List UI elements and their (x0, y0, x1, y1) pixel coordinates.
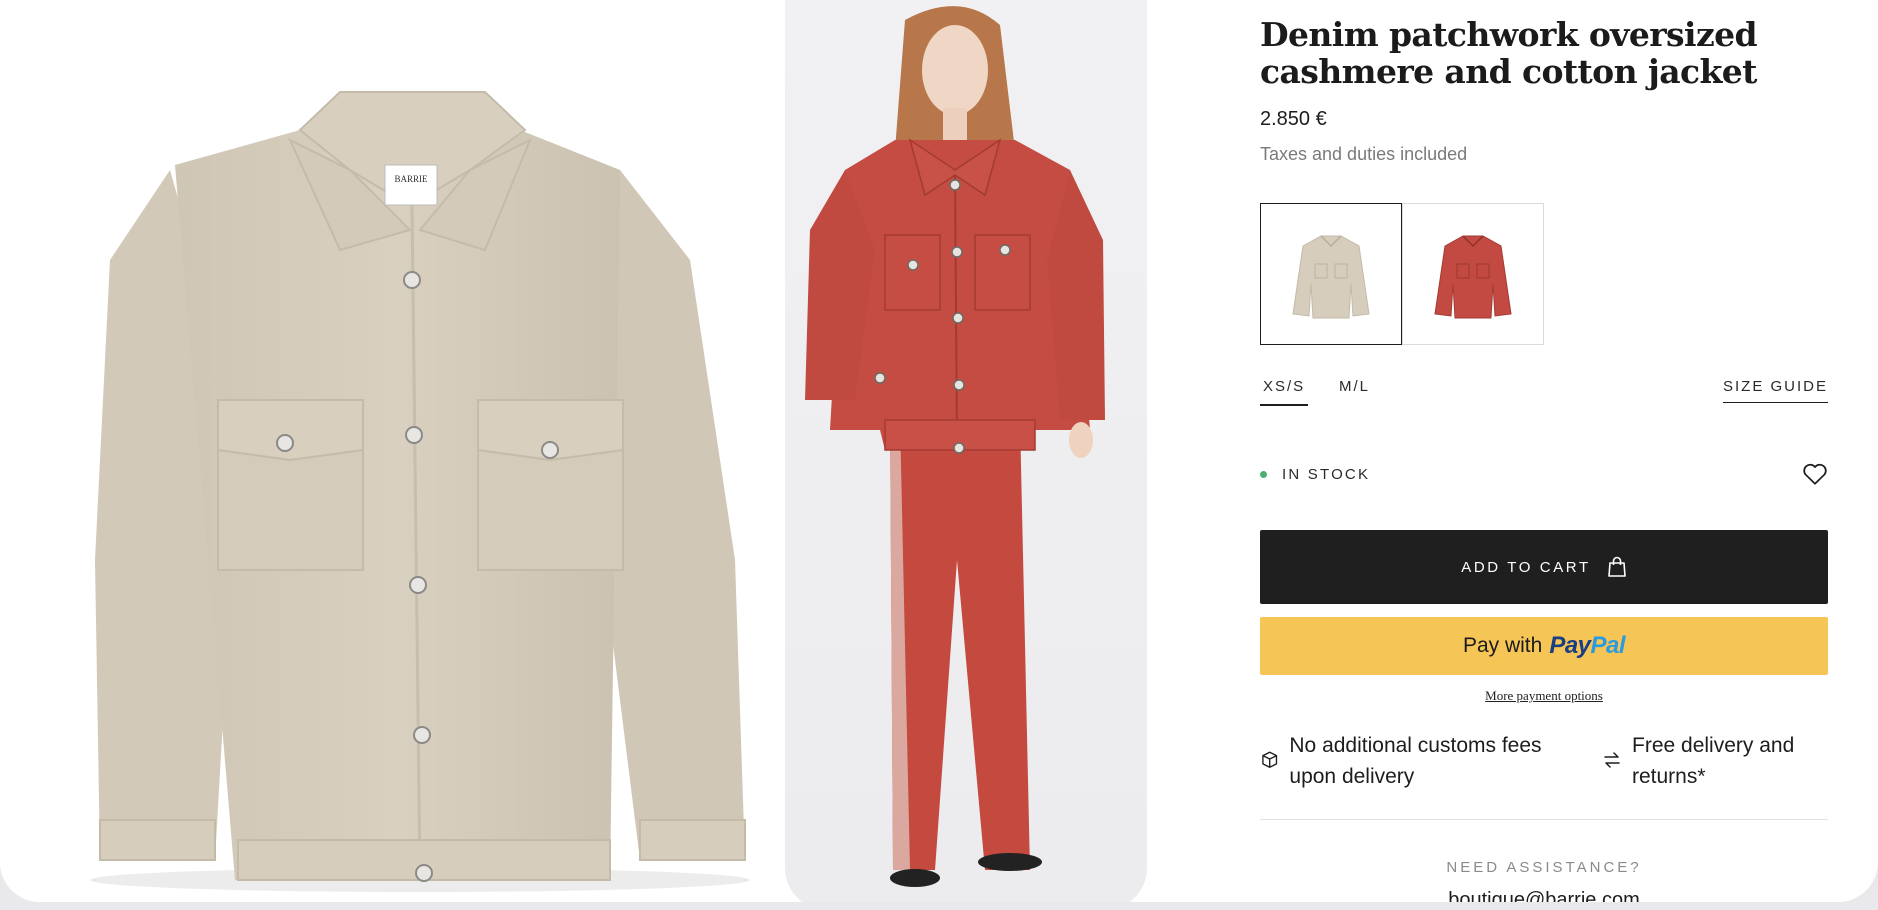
size-selector: XS/S M/L SIZE GUIDE (1260, 376, 1828, 406)
add-to-cart-label: ADD TO CART (1461, 558, 1591, 576)
product-info-panel: Denim patchwork oversized cashmere and c… (1260, 0, 1828, 902)
more-payment-options-link[interactable]: More payment options (1260, 688, 1828, 704)
benefits-row: No additional customs fees upon delivery… (1260, 730, 1828, 820)
product-price: 2.850 € (1260, 108, 1327, 130)
product-image-main[interactable]: BARRIE (0, 0, 785, 902)
product-title: Denim patchwork oversized cashmere and c… (1260, 15, 1758, 91)
box-icon (1262, 751, 1278, 768)
paypal-button[interactable]: Pay with PayPal (1260, 617, 1828, 675)
benefit-customs: No additional customs fees upon delivery (1260, 730, 1590, 792)
jacket-thumbnail-red (1434, 235, 1512, 319)
paypal-logo: PayPal (1549, 632, 1626, 659)
add-to-cart-button[interactable]: ADD TO CART (1260, 530, 1828, 604)
exchange-arrows-icon (1604, 752, 1620, 768)
size-option-xs-s[interactable]: XS/S (1260, 376, 1309, 406)
divider (1260, 819, 1828, 820)
jacket-thumbnail-beige (1292, 235, 1370, 319)
brand-label: BARRIE (394, 174, 428, 184)
stock-status: IN STOCK (1260, 466, 1370, 483)
color-swatches (1260, 203, 1544, 345)
swatch-beige[interactable] (1260, 203, 1402, 345)
shopping-bag-icon (1607, 556, 1626, 577)
swatch-red[interactable] (1402, 203, 1544, 345)
stock-dot-icon (1260, 471, 1267, 478)
benefit-delivery-text: Free delivery and returns* (1632, 734, 1795, 788)
product-image-model[interactable] (785, 0, 1147, 902)
paypal-prefix: Pay with (1462, 634, 1543, 657)
benefit-delivery: Free delivery and returns* (1602, 730, 1828, 792)
product-page: BARRIE Denim patchwork oversized cashmer… (0, 0, 1878, 902)
assistance-heading: NEED ASSISTANCE? (1446, 859, 1642, 876)
heart-icon[interactable] (1802, 462, 1828, 486)
size-guide-link[interactable]: SIZE GUIDE (1722, 376, 1828, 403)
size-option-m-l[interactable]: M/L (1336, 376, 1373, 404)
benefit-customs-text: No additional customs fees upon delivery (1289, 734, 1542, 788)
tax-note: Taxes and duties included (1260, 144, 1468, 164)
stock-label: IN STOCK (1282, 466, 1371, 483)
assistance-email-link[interactable]: boutique@barrie.com (1260, 889, 1828, 902)
